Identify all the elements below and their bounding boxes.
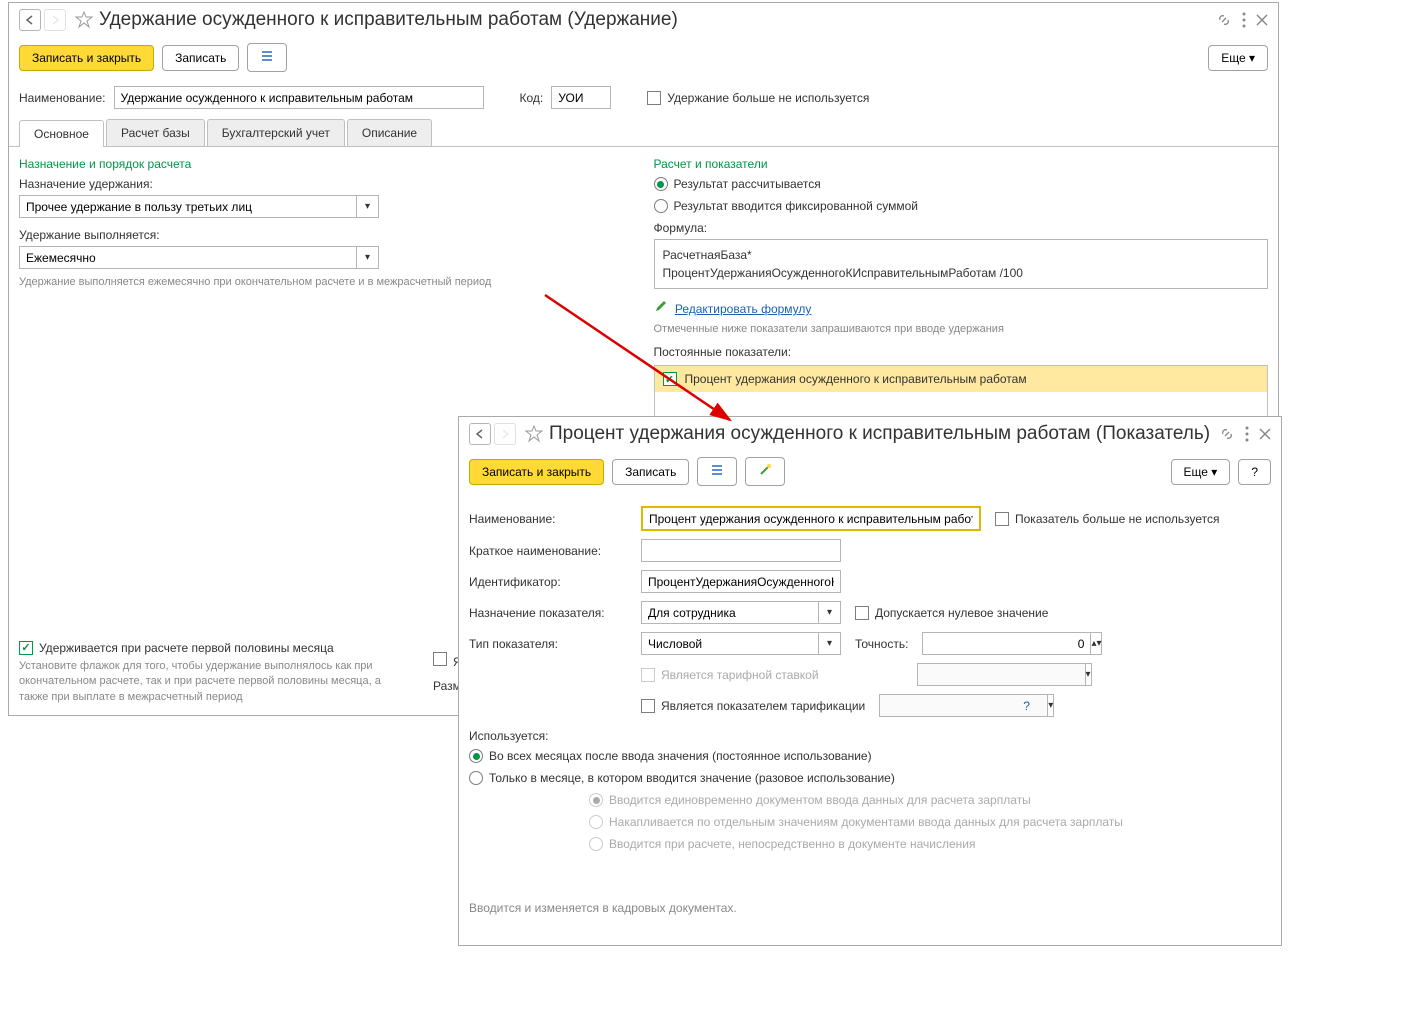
tab-accounting[interactable]: Бухгалтерский учет	[207, 119, 345, 146]
sub-radio-1: Вводится единовременно документом ввода …	[589, 793, 1271, 807]
used-radio-permanent[interactable]: Во всех месяцах после ввода значения (по…	[469, 749, 1271, 763]
exec-select[interactable]	[19, 246, 357, 269]
name-label: Наименование:	[19, 91, 106, 105]
list-view-button[interactable]	[247, 43, 287, 72]
not-used-checkbox[interactable]: Удержание больше не используется	[647, 91, 869, 105]
not-used-label: Удержание больше не используется	[667, 91, 869, 105]
indicator-label: Процент удержания осужденного к исправит…	[685, 372, 1027, 386]
assign-label: Назначение удержания:	[19, 177, 634, 191]
more-button-2[interactable]: Еще	[1171, 459, 1231, 485]
tabbar: Основное Расчет базы Бухгалтерский учет …	[9, 119, 1278, 147]
tariff-rate-checkbox: Является тарифной ставкой	[641, 668, 819, 682]
first-half-note: Установите флажок для того, чтобы удержа…	[19, 659, 399, 705]
save-close-button-2[interactable]: Записать и закрыть	[469, 459, 604, 485]
exec-label: Удержание выполняется:	[19, 228, 634, 242]
name-row: Наименование: Код: Удержание больше не и…	[9, 82, 1278, 113]
precision-input[interactable]	[922, 632, 1091, 655]
not-used-checkbox-2[interactable]: Показатель больше не используется	[995, 512, 1220, 526]
exec-hint: Удержание выполняется ежемесячно при око…	[19, 275, 634, 290]
tariff-rate-select	[917, 663, 1086, 686]
radio-fixed[interactable]: Результат вводится фиксированной суммой	[654, 199, 1269, 213]
purpose-dropdown-button[interactable]: ▾	[819, 601, 841, 624]
forward-button-2	[494, 423, 516, 445]
precision-spinner[interactable]: ▴▾	[1091, 632, 1102, 655]
assign-select[interactable]	[19, 195, 357, 218]
favorite-icon[interactable]	[75, 11, 93, 29]
purpose-label: Назначение показателя:	[469, 606, 629, 620]
close-icon-2[interactable]	[1259, 428, 1271, 440]
menu-kebab-icon-2[interactable]	[1245, 426, 1249, 442]
save-close-button[interactable]: Записать и закрыть	[19, 45, 154, 71]
exec-dropdown-button[interactable]: ▾	[357, 246, 379, 269]
type-select[interactable]	[641, 632, 819, 655]
assign-dropdown-button[interactable]: ▾	[357, 195, 379, 218]
type-label: Тип показателя:	[469, 637, 629, 651]
indicator-window: Процент удержания осужденного к исправит…	[458, 416, 1282, 946]
type-dropdown-button[interactable]: ▾	[819, 632, 841, 655]
titlebar-2: Процент удержания осужденного к исправит…	[459, 417, 1281, 451]
id-input[interactable]	[641, 570, 841, 593]
code-input[interactable]	[551, 86, 611, 109]
indicator-checkbox[interactable]	[663, 372, 677, 386]
window-title-2: Процент удержания осужденного к исправит…	[549, 423, 1210, 445]
menu-kebab-icon[interactable]	[1242, 12, 1246, 28]
used-radio-once[interactable]: Только в месяце, в котором вводится знач…	[469, 771, 1271, 785]
pencil-icon	[654, 299, 668, 313]
help-button[interactable]: ?	[1238, 459, 1271, 485]
name-input[interactable]	[114, 86, 484, 109]
const-label: Постоянные показатели:	[654, 345, 1269, 359]
titlebar: Удержание осужденного к исправительным р…	[9, 3, 1278, 37]
radio-calculated[interactable]: Результат рассчитывается	[654, 177, 1269, 191]
precision-label: Точность:	[855, 637, 908, 651]
forward-button	[44, 9, 66, 31]
formula-label: Формула:	[654, 221, 1269, 235]
back-button[interactable]	[19, 9, 41, 31]
tariff-indicator-checkbox[interactable]: Является показателем тарификации	[641, 699, 865, 713]
indicator-hint: Отмеченные ниже показатели запрашиваются…	[654, 322, 1269, 337]
calc-section-title: Расчет и показатели	[654, 157, 1269, 171]
footer-note-2: Вводится и изменяется в кадровых докумен…	[469, 891, 1271, 925]
list-view-button-2[interactable]	[697, 457, 737, 486]
sub-radio-2: Накапливается по отдельным значениям док…	[589, 815, 1271, 829]
code-label: Код:	[520, 91, 544, 105]
save-button[interactable]: Записать	[162, 45, 239, 71]
window-title: Удержание осужденного к исправительным р…	[99, 9, 678, 31]
back-button-2[interactable]	[469, 423, 491, 445]
link-icon-2[interactable]	[1219, 426, 1235, 442]
save-button-2[interactable]: Записать	[612, 459, 689, 485]
indicator-row[interactable]: Процент удержания осужденного к исправит…	[655, 366, 1268, 392]
purpose-select[interactable]	[641, 601, 819, 624]
toolbar: Записать и закрыть Записать Еще	[9, 37, 1278, 82]
magic-wand-button[interactable]	[745, 457, 785, 486]
close-icon[interactable]	[1256, 14, 1268, 26]
tab-base[interactable]: Расчет базы	[106, 119, 205, 146]
purpose-section-title: Назначение и порядок расчета	[19, 157, 634, 171]
tab-main[interactable]: Основное	[19, 120, 104, 147]
short-name-label: Краткое наименование:	[469, 544, 629, 558]
formula-box: РасчетнаяБаза* ПроцентУдержанияОсужденно…	[654, 239, 1269, 289]
tab-description[interactable]: Описание	[347, 119, 432, 146]
first-half-checkbox[interactable]: Удерживается при расчете первой половины…	[19, 641, 334, 655]
edit-formula-link[interactable]: Редактировать формулу	[675, 302, 812, 316]
name-input-2[interactable]	[641, 506, 981, 531]
favorite-icon-2[interactable]	[525, 425, 543, 443]
id-label: Идентификатор:	[469, 575, 629, 589]
name-label-2: Наименование:	[469, 512, 629, 526]
short-name-input[interactable]	[641, 539, 841, 562]
link-icon[interactable]	[1216, 12, 1232, 28]
used-label: Используется:	[469, 729, 1271, 743]
tariff-help-icon[interactable]: ?	[1023, 699, 1030, 713]
more-button[interactable]: Еще	[1208, 45, 1268, 71]
sub-radio-3: Вводится при расчете, непосредственно в …	[589, 837, 1271, 851]
allow-zero-checkbox[interactable]: Допускается нулевое значение	[855, 606, 1048, 620]
